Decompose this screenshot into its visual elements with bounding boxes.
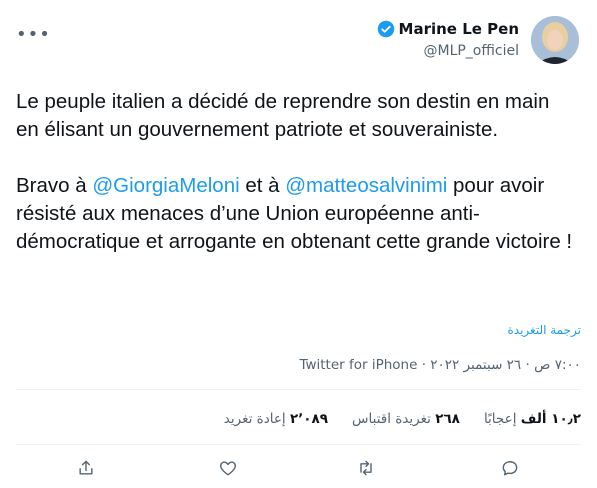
tweet-meta: ٧:٠٠ ص · ٢٦ سبتمبر ٢٠٢٢ · Twitter for iP… [299, 357, 581, 373]
heart-icon [220, 461, 236, 476]
author-handle[interactable]: @MLP_officiel [377, 41, 519, 61]
name-row: Marine Le Pen [377, 19, 519, 39]
avatar-image [531, 16, 579, 64]
tweet-text: Le peuple italien a décidé de reprendre … [16, 88, 576, 256]
reply-button[interactable] [496, 454, 524, 482]
meta-separator: · [417, 357, 431, 373]
author-display-name[interactable]: Marine Le Pen [399, 19, 519, 39]
tweet-source[interactable]: Twitter for iPhone [299, 357, 417, 373]
tweet-paragraph-2: Bravo à @GiorgiaMeloni et à @matteosalvi… [16, 172, 576, 256]
stat-count: ٢٬٠٨٩ [289, 411, 329, 427]
tweet-text-part: et à [239, 174, 286, 197]
tweet-time[interactable]: ٧:٠٠ ص [534, 357, 581, 373]
retweet-button[interactable] [352, 454, 380, 482]
like-count[interactable]: ١٠٫٢ ألف إعجابًا [484, 411, 581, 427]
stat-count: ١٠٫٢ ألف [520, 411, 581, 427]
mention-link-giorgiameloni[interactable]: @GiorgiaMeloni [92, 174, 239, 197]
tweet-actions [0, 450, 597, 486]
stat-label: تغريدة اقتباس [352, 411, 431, 427]
translate-tweet-link[interactable]: ترجمة التغريدة [507, 323, 581, 337]
stat-label: إعجابًا [483, 411, 517, 427]
retweet-count[interactable]: ٢٬٠٨٩ إعادة تغريد [224, 411, 328, 427]
author-names: Marine Le Pen @MLP_officiel [377, 19, 519, 61]
share-button[interactable] [72, 454, 100, 482]
stat-label: إعادة تغريد [223, 411, 286, 427]
tweet-text-part: Bravo à [16, 174, 93, 197]
tweet-date[interactable]: ٢٦ سبتمبر ٢٠٢٢ [430, 357, 521, 373]
stat-count: ٢٦٨ [435, 411, 460, 427]
tweet-stats: ٢٬٠٨٩ إعادة تغريد ٢٦٨ تغريدة اقتباس ١٠٫٢… [200, 411, 581, 427]
reply-icon [502, 461, 518, 476]
avatar[interactable] [531, 16, 579, 64]
tweet-author[interactable]: Marine Le Pen @MLP_officiel [377, 16, 579, 64]
retweet-icon [360, 460, 372, 476]
more-options-icon[interactable]: ••• [16, 26, 51, 44]
divider [16, 389, 581, 390]
like-button[interactable] [214, 454, 242, 482]
divider [16, 444, 581, 445]
tweet-card: ••• Marine Le Pen @MLP_officiel Le peupl… [0, 0, 597, 488]
verified-badge-icon [377, 20, 394, 38]
share-icon [79, 460, 93, 475]
quote-tweet-count[interactable]: ٢٦٨ تغريدة اقتباس [352, 411, 460, 427]
meta-separator: · [521, 357, 535, 373]
tweet-paragraph-1: Le peuple italien a décidé de reprendre … [16, 90, 550, 141]
mention-link-matteosalvinimi[interactable]: @matteosalvinimi [285, 174, 447, 197]
